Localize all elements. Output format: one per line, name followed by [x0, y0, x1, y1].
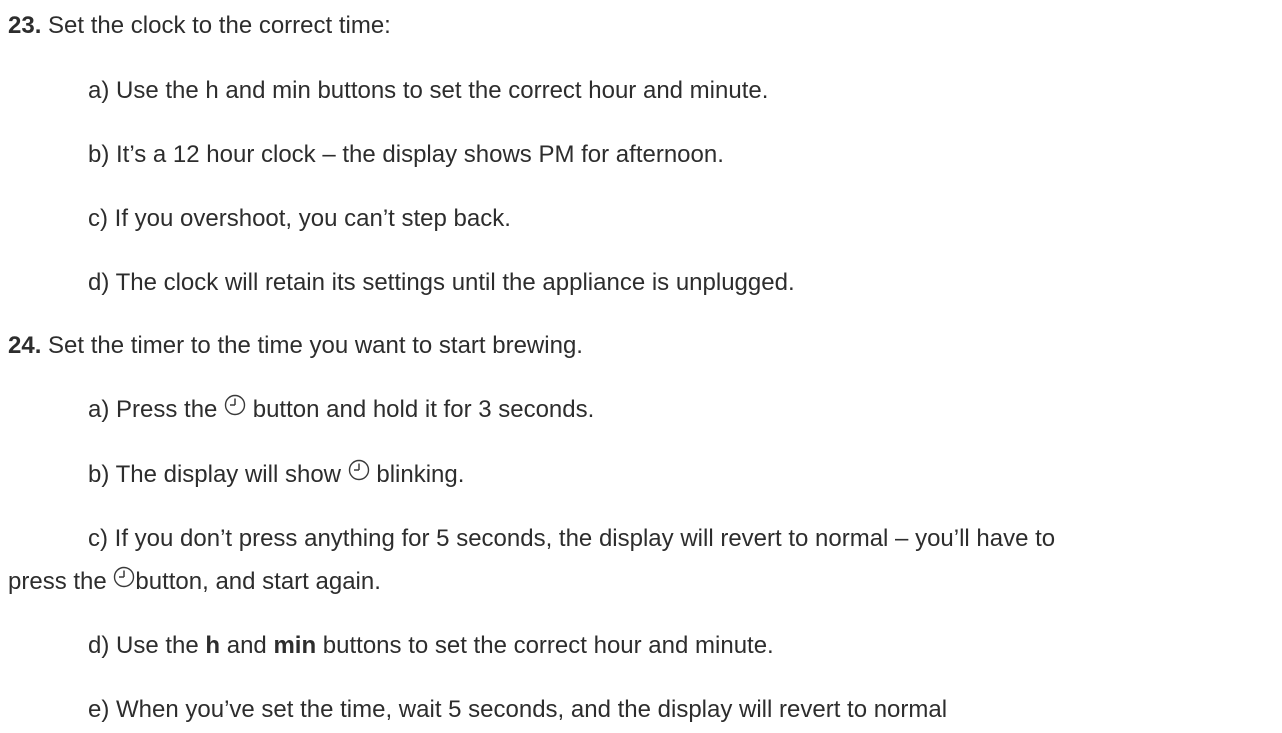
item-text: blinking. [369, 461, 465, 488]
step-text: Set the timer to the time you want to st… [41, 332, 583, 359]
item-text: a) Press the [88, 396, 225, 423]
h-button-name: h [205, 632, 221, 659]
step-23-item-b: b) It’s a 12 hour clock – the display sh… [88, 141, 724, 168]
step-number: 24. [8, 332, 42, 359]
min-button-name: min [273, 632, 317, 659]
step-number: 23. [8, 12, 42, 39]
item-text: b) The display will show [88, 461, 348, 488]
step-text: Set the clock to the correct time: [41, 12, 391, 39]
item-text: button, and start again. [135, 568, 381, 595]
step-24-item-c-line2: press the button, and start again. [8, 566, 381, 596]
clock-icon [224, 394, 246, 416]
step-24-item-b: b) The display will show blinking. [88, 459, 465, 489]
instruction-document: 23. Set the clock to the correct time: a… [0, 0, 1282, 733]
item-text: d) Use the [88, 632, 206, 659]
clock-icon [348, 459, 370, 481]
step-24-item-a: a) Press the button and hold it for 3 se… [88, 394, 595, 424]
item-text: and [220, 632, 274, 659]
step-24-item-c-line1: c) If you don’t press anything for 5 sec… [88, 525, 1056, 552]
item-text: buttons to set the correct hour and minu… [316, 632, 774, 659]
step-23-item-a: a) Use the h and min buttons to set the … [88, 77, 769, 104]
step-24-heading: 24. Set the timer to the time you want t… [8, 332, 583, 360]
item-text: button and hold it for 3 seconds. [246, 396, 595, 423]
step-24-item-d: d) Use the h and min buttons to set the … [88, 632, 774, 660]
step-23-heading: 23. Set the clock to the correct time: [8, 12, 391, 40]
item-text: press the [8, 568, 114, 595]
step-23-item-c: c) If you overshoot, you can’t step back… [88, 205, 511, 232]
step-24-item-e: e) When you’ve set the time, wait 5 seco… [88, 696, 948, 723]
clock-icon [113, 566, 135, 588]
step-23-item-d: d) The clock will retain its settings un… [88, 269, 795, 296]
